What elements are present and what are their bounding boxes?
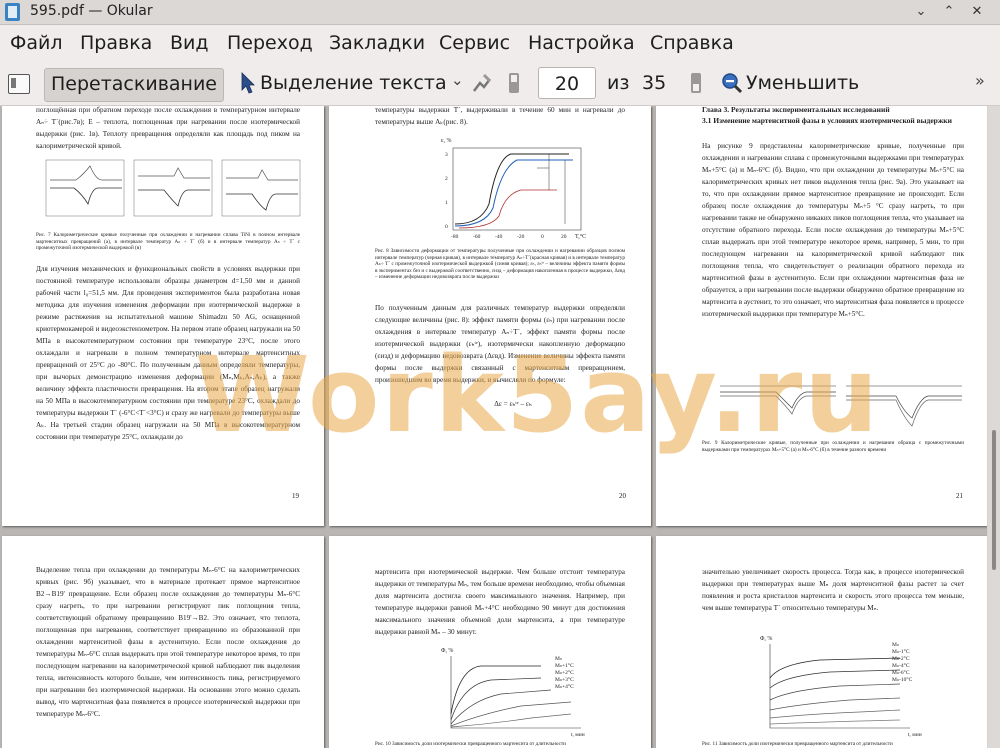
- legend-item: Мₙ-10°С: [892, 677, 913, 683]
- zoom-out-button[interactable]: Уменьшить: [746, 72, 859, 94]
- tick-label: 3: [445, 152, 448, 158]
- page-text: Выделение тепла при охлаждении до темпер…: [36, 566, 300, 718]
- tick-label: 2: [445, 176, 448, 182]
- figure-caption: Рис. 7 Калориметрические кривые полученн…: [36, 232, 300, 251]
- menu-file[interactable]: Файл: [10, 32, 63, 54]
- legend-item: Мₙ+4°С: [555, 684, 574, 690]
- formula: Δε = εₕᵗᵉ – εₕ: [494, 400, 532, 408]
- document-page-19: поглощённая при обратном переходе после …: [2, 106, 324, 526]
- menu-settings[interactable]: Настройка: [528, 32, 635, 54]
- minimize-button[interactable]: ⌄: [910, 2, 932, 22]
- axis-x-label: T,°C: [575, 234, 587, 240]
- total-pages-label: 35: [642, 72, 667, 94]
- vertical-scrollbar[interactable]: [988, 106, 1000, 748]
- legend-item: Мₙ-4°С: [892, 663, 910, 669]
- menu-view[interactable]: Вид: [170, 32, 209, 54]
- maximize-button[interactable]: ⌃: [938, 2, 960, 22]
- figure-caption: Рис. 8 Зависимости деформации от темпера…: [375, 248, 625, 280]
- title-bar: 595.pdf — Okular ⌄ ⌃ ✕: [0, 0, 1000, 25]
- legend-item: Мₙ+3°С: [555, 677, 574, 683]
- page-number-input[interactable]: 20: [538, 67, 596, 99]
- browse-tool-button[interactable]: Перетаскивание: [44, 68, 224, 102]
- figure-caption: Рис. 9 Калориметрические кривые, получен…: [702, 440, 964, 453]
- zoom-out-icon[interactable]: [720, 71, 744, 95]
- y-axis-ticks: 3 2 1 0: [445, 152, 453, 232]
- page-text: поглощённая при обратном переходе после …: [36, 106, 300, 150]
- document-page-20: температуры выдержки Т´, выдерживали в т…: [329, 106, 651, 526]
- page-text: Для изучения механических и функциональн…: [36, 265, 300, 441]
- chapter-heading: Глава 3. Результаты экспериментальных ис…: [702, 106, 890, 114]
- page-text: значительно увеличивает скорость процесс…: [702, 568, 964, 612]
- figure-caption: Рис. 11 Зависимость доли изотермически п…: [702, 741, 893, 747]
- annotation-stamp-icon[interactable]: [470, 71, 494, 95]
- text-select-cursor-icon[interactable]: [240, 72, 256, 94]
- page-text: температуры выдержки Т´, выдерживали в т…: [375, 106, 625, 126]
- calorimetry-figure: [45, 159, 301, 217]
- page-text: мартенсита при изотермической выдержке. …: [375, 568, 625, 636]
- figure-caption: Рис. 10 Зависимость доли изотермически п…: [375, 741, 566, 747]
- legend-item: Мₙ: [555, 656, 563, 662]
- axis-x-label: t, мин: [571, 732, 585, 738]
- tick-label: 1: [445, 200, 448, 206]
- chart-legend: Мₙ Мₙ-1°С Мₙ-2°С Мₙ-4°С Мₙ-6°С Мₙ-10°С: [892, 642, 912, 684]
- tick-label: 20: [561, 234, 567, 240]
- chevron-down-icon[interactable]: ⌄: [451, 71, 464, 89]
- toolbar-overflow-button[interactable]: »: [975, 71, 985, 90]
- legend-item: Мₙ+1°С: [555, 663, 574, 669]
- legend-item: Мₙ-6°С: [892, 670, 910, 676]
- axis-x-label: t, мин: [908, 732, 922, 738]
- text-select-button[interactable]: Выделение текста: [260, 72, 447, 94]
- calorimetry-figure-9: [720, 385, 962, 427]
- tick-label: -40: [495, 234, 503, 240]
- tick-label: 0: [445, 224, 448, 230]
- next-page-icon[interactable]: [688, 71, 704, 95]
- page-number: 20: [619, 492, 626, 500]
- previous-page-icon[interactable]: [506, 71, 522, 95]
- tick-label: -60: [473, 234, 481, 240]
- document-page-21: Глава 3. Результаты экспериментальных ис…: [656, 106, 987, 526]
- menu-bookmarks[interactable]: Закладки: [329, 32, 425, 54]
- menu-edit[interactable]: Правка: [80, 32, 152, 54]
- page-of-label: из: [607, 72, 630, 94]
- document-page-22: Выделение тепла при охлаждении до темпер…: [2, 536, 324, 748]
- legend-item: Мₙ-2°С: [892, 656, 910, 662]
- okular-app-icon: [5, 3, 20, 21]
- document-page-23: мартенсита при изотермической выдержке. …: [329, 536, 651, 748]
- page-text: На рисунке 9 представлены калориметричес…: [702, 142, 964, 318]
- page-text: По полученным данным для различных темпе…: [375, 304, 625, 384]
- sidebar-toggle-icon[interactable]: [8, 74, 30, 94]
- document-view[interactable]: поглощённая при обратном переходе после …: [0, 106, 987, 748]
- tick-label: 0: [541, 234, 544, 240]
- menu-go[interactable]: Переход: [227, 32, 313, 54]
- tick-label: -20: [517, 234, 525, 240]
- legend-item: Мₙ-1°С: [892, 649, 910, 655]
- page-number: 21: [956, 492, 963, 500]
- main-toolbar: Перетаскивание Выделение текста ⌄ 20 из …: [0, 63, 1000, 106]
- window-title: 595.pdf — Okular: [30, 3, 153, 19]
- page-number: 19: [292, 492, 299, 500]
- section-heading: 3.1 Изменение мартенситной фазы в услови…: [702, 116, 952, 125]
- menu-bar: Файл Правка Вид Переход Закладки Сервис …: [0, 25, 1000, 63]
- menu-tools[interactable]: Сервис: [439, 32, 510, 54]
- legend-item: Мₙ+2°С: [555, 670, 574, 676]
- menu-help[interactable]: Справка: [650, 32, 734, 54]
- legend-item: Мₙ: [892, 642, 900, 648]
- chart-legend: Мₙ Мₙ+1°С Мₙ+2°С Мₙ+3°С Мₙ+4°С: [555, 656, 574, 691]
- tick-label: -80: [451, 234, 459, 240]
- close-button[interactable]: ✕: [966, 2, 988, 22]
- x-axis-ticks: -80 -60 -40 -20 0 20: [451, 234, 591, 242]
- scrollbar-thumb[interactable]: [992, 430, 996, 570]
- document-page-24: значительно увеличивает скорость процесс…: [656, 536, 987, 748]
- strain-temperature-chart: [452, 147, 582, 231]
